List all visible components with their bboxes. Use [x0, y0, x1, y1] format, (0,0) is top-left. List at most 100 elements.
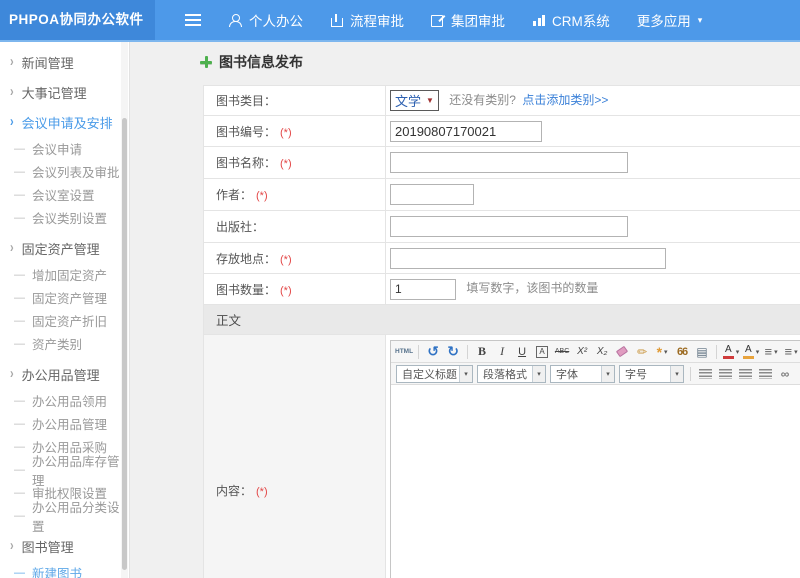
form-row-quantity: 图书数量：(*) 填写数字，该图书的数量 — [204, 274, 800, 305]
caret-down-icon: ▾ — [601, 366, 614, 382]
unordered-list-button[interactable]: ≡▾ — [782, 343, 800, 361]
align-left-button[interactable] — [696, 365, 714, 383]
sidebar-item-meeting-apply[interactable]: — 会议申请 — [0, 137, 129, 160]
sidebar-group-office-supplies[interactable]: › 办公用品管理 — [0, 359, 129, 389]
author-input[interactable] — [390, 184, 474, 205]
form-row-category: 图书类目： 文学 ▼ 还没有类别? 点击添加类别>> — [204, 86, 800, 116]
sidebar-group-label: 固定资产管理 — [22, 239, 100, 258]
page-title-row: 图书信息发布 — [200, 54, 800, 70]
align-justify-button[interactable] — [756, 365, 774, 383]
sidebar-group-book-management[interactable]: › 图书管理 — [0, 531, 129, 561]
quantity-input[interactable] — [390, 279, 456, 300]
sidebar-group-news-management[interactable]: › 新闻管理 — [0, 47, 129, 77]
strikethrough-button[interactable]: ABC — [553, 343, 571, 361]
dash-icon: — — [14, 464, 25, 476]
custom-title-dropdown[interactable]: 自定义标题▾ — [396, 365, 473, 383]
nav-more-apps[interactable]: 更多应用 ▾ — [637, 10, 703, 30]
sidebar-item-meeting-list-approval[interactable]: — 会议列表及审批 — [0, 160, 129, 183]
sidebar-group-label: 大事记管理 — [22, 83, 87, 102]
paint-format-button[interactable]: *▾ — [653, 343, 671, 361]
subscript-button[interactable]: X₂ — [593, 343, 611, 361]
page-title: 图书信息发布 — [219, 52, 303, 72]
insert-link-button[interactable]: ∞ — [776, 365, 794, 383]
add-category-link[interactable]: 点击添加类别>> — [522, 93, 608, 107]
blockquote-button[interactable]: 66 — [673, 343, 691, 361]
align-right-button[interactable] — [736, 365, 754, 383]
ordered-list-button[interactable]: ≡▾ — [762, 343, 780, 361]
paste-button[interactable]: ▤ — [693, 343, 711, 361]
nav-personal-office[interactable]: 个人办公 — [229, 10, 303, 30]
nav-group-approval[interactable]: 集团审批 — [431, 10, 505, 30]
clear-format-button[interactable]: ✏ — [633, 343, 651, 361]
book-no-input[interactable] — [390, 121, 542, 142]
sidebar-item-add-fixed-asset[interactable]: — 增加固定资产 — [0, 263, 129, 286]
dash-icon: — — [14, 510, 25, 522]
paragraph-format-dropdown[interactable]: 段落格式▾ — [477, 365, 546, 383]
sidebar-item-fixed-asset-management[interactable]: — 固定资产管理 — [0, 286, 129, 309]
redo-button[interactable]: ↻ — [444, 343, 462, 361]
user-icon — [229, 14, 242, 27]
sidebar-item-label: 新建图书 — [32, 563, 82, 578]
quick-format-button[interactable]: A — [536, 346, 547, 358]
nav-crm-system[interactable]: CRM系统 — [532, 10, 610, 30]
content-label: 内容： — [216, 484, 252, 498]
app-logo: PHPOA协同办公软件 — [0, 0, 155, 40]
sidebar-item-label: 会议类别设置 — [32, 208, 107, 227]
top-nav: 个人办公 流程审批 集团审批 CRM系统 更多应用 ▾ — [229, 10, 702, 30]
bold-button[interactable]: B — [473, 343, 491, 361]
body-section-label: 正文 — [216, 314, 241, 328]
chevron-right-icon: › — [10, 54, 14, 70]
superscript-button[interactable]: X² — [573, 343, 591, 361]
undo-button[interactable]: ↺ — [424, 343, 442, 361]
italic-button[interactable]: I — [493, 343, 511, 361]
align-left-icon — [699, 369, 712, 379]
plus-icon — [200, 56, 212, 68]
caret-down-icon: ▾ — [736, 348, 740, 356]
paint-format-icon: * — [657, 348, 662, 356]
sidebar-group-fixed-assets[interactable]: › 固定资产管理 — [0, 233, 129, 263]
dash-icon: — — [14, 567, 25, 578]
font-color-button[interactable]: A▾ — [722, 343, 740, 361]
sidebar-item-supplies-inventory[interactable]: — 办公用品库存管理 — [0, 458, 129, 481]
sidebar-item-meeting-category-settings[interactable]: — 会议类别设置 — [0, 206, 129, 229]
form-row-location: 存放地点：(*) — [204, 243, 800, 274]
nav-workflow-approval[interactable]: 流程审批 — [330, 10, 404, 30]
form-row-content: 内容：(*) HTML ↺ ↻ B I U A ABC X² — [204, 335, 800, 578]
sidebar-item-supplies-category-settings[interactable]: — 办公用品分类设置 — [0, 504, 129, 527]
sidebar-group-label: 新闻管理 — [22, 53, 74, 72]
sidebar-item-label: 办公用品管理 — [32, 414, 107, 433]
sidebar-item-supplies-requisition[interactable]: — 办公用品领用 — [0, 389, 129, 412]
dash-icon: — — [14, 487, 25, 499]
chevron-right-icon: › — [10, 538, 14, 554]
caret-down-icon: ▾ — [756, 348, 760, 356]
sidebar-item-meeting-room-settings[interactable]: — 会议室设置 — [0, 183, 129, 206]
align-center-button[interactable] — [716, 365, 734, 383]
sidebar-group-memorabilia-management[interactable]: › 大事记管理 — [0, 77, 129, 107]
category-select-value: 文学 — [395, 91, 421, 110]
font-family-dropdown[interactable]: 字体▾ — [550, 365, 615, 383]
remove-link-button[interactable]: ∞ — [796, 365, 800, 383]
underline-button[interactable]: U — [513, 343, 531, 361]
sidebar-scrollbar-thumb[interactable] — [122, 118, 127, 570]
toolbar-separator — [690, 367, 691, 381]
highlight-color-button[interactable]: A▾ — [742, 343, 760, 361]
sidebar-item-asset-category[interactable]: — 资产类别 — [0, 332, 129, 355]
book-no-label: 图书编号： — [216, 125, 276, 139]
required-mark: (*) — [280, 254, 292, 266]
category-select[interactable]: 文学 ▼ — [390, 90, 439, 111]
editor-content-area[interactable] — [391, 385, 800, 578]
eraser-button[interactable] — [613, 343, 631, 361]
html-source-button[interactable]: HTML — [395, 343, 413, 361]
nav-label: 个人办公 — [249, 10, 303, 30]
book-name-input[interactable] — [390, 152, 628, 173]
font-size-dropdown[interactable]: 字号▾ — [619, 365, 684, 383]
publisher-input[interactable] — [390, 216, 628, 237]
caret-down-icon: ▾ — [670, 366, 683, 382]
sidebar-item-label: 办公用品领用 — [32, 391, 107, 410]
sidebar-group-meeting-request[interactable]: › 会议申请及安排 — [0, 107, 129, 137]
sidebar-item-new-book[interactable]: — 新建图书 — [0, 561, 129, 578]
sidebar-item-supplies-management[interactable]: — 办公用品管理 — [0, 412, 129, 435]
sidebar-item-fixed-asset-depreciation[interactable]: — 固定资产折旧 — [0, 309, 129, 332]
hamburger-menu-icon[interactable] — [185, 14, 201, 26]
location-input[interactable] — [390, 248, 666, 269]
